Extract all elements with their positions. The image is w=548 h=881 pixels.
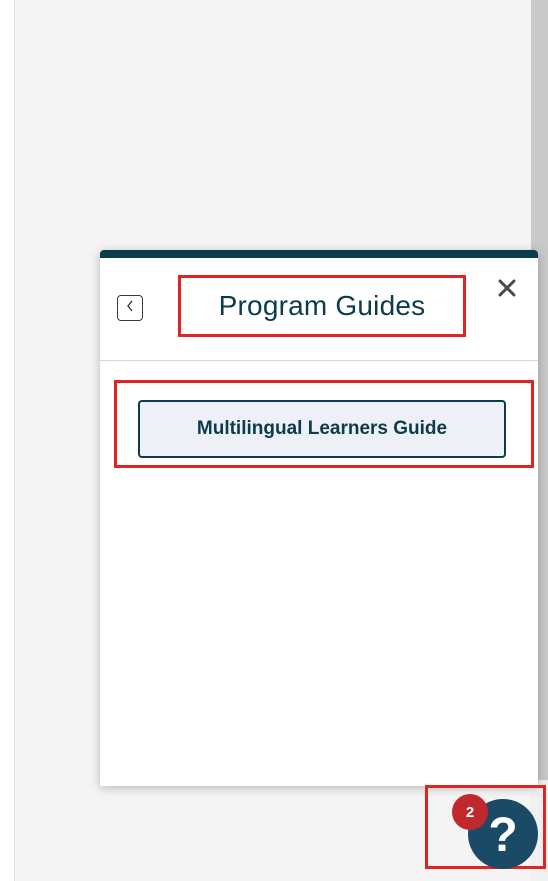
title-highlight: Program Guides bbox=[178, 275, 466, 337]
panel-top-bar bbox=[100, 250, 538, 258]
program-guides-panel: Program Guides Multilingual Learners Gui… bbox=[100, 250, 538, 786]
multilingual-learners-guide-button[interactable]: Multilingual Learners Guide bbox=[138, 400, 506, 458]
panel-title: Program Guides bbox=[218, 290, 426, 321]
close-button[interactable] bbox=[494, 277, 520, 303]
page-left-panel bbox=[0, 0, 15, 881]
back-button[interactable] bbox=[117, 295, 143, 321]
close-icon bbox=[498, 279, 516, 302]
question-icon: ? bbox=[488, 809, 518, 862]
notification-badge: 2 bbox=[452, 794, 488, 830]
panel-header: Program Guides bbox=[100, 258, 538, 361]
chevron-left-icon bbox=[125, 299, 135, 318]
